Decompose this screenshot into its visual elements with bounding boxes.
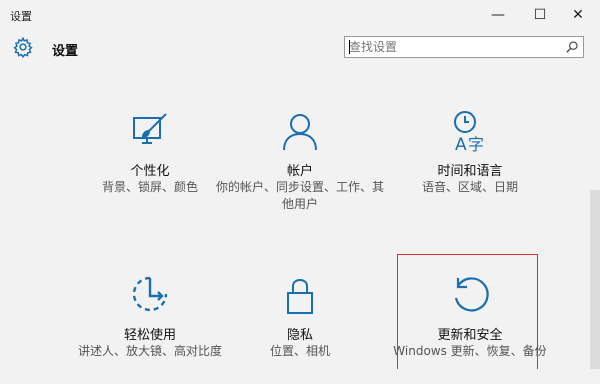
- text-caret: [349, 40, 350, 54]
- search-input[interactable]: [345, 37, 559, 57]
- tile-time-language[interactable]: A 字 时间和语言 语音、区域、日期: [375, 110, 565, 220]
- tile-title: 隐私: [286, 328, 313, 343]
- highlight-box: [397, 254, 538, 369]
- title-bar: 设置 — ☐ ✕: [0, 0, 600, 30]
- search-icon[interactable]: [565, 40, 579, 54]
- privacy-lock-icon: [287, 279, 313, 314]
- account-icon: [283, 114, 317, 151]
- gear-icon: [13, 36, 33, 58]
- svg-text:A: A: [455, 135, 467, 152]
- search-box[interactable]: [344, 36, 584, 58]
- tile-description: 你的帐户、同步设置、工作、其他用户: [215, 180, 384, 211]
- window-title: 设置: [10, 10, 32, 23]
- tile-title: 时间和语言: [437, 164, 503, 179]
- scrollbar[interactable]: [590, 190, 600, 369]
- maximize-icon: ☐: [533, 7, 547, 23]
- close-button[interactable]: ✕: [556, 0, 600, 30]
- tile-description: 位置、相机: [269, 344, 330, 358]
- tile-description: 语音、区域、日期: [421, 180, 518, 194]
- tile-title: 帐户: [286, 164, 313, 179]
- ease-of-access-icon: [132, 276, 168, 312]
- time-language-icon: A 字: [454, 111, 484, 152]
- minimize-button[interactable]: —: [476, 0, 520, 30]
- minimize-icon: —: [491, 7, 505, 23]
- close-icon: ✕: [572, 7, 584, 23]
- personalization-icon: [133, 113, 167, 144]
- tile-accounts[interactable]: 帐户 你的帐户、同步设置、工作、其他用户: [205, 110, 395, 220]
- tile-privacy[interactable]: 隐私 位置、相机: [205, 274, 395, 384]
- page-title: 设置: [52, 44, 79, 59]
- svg-text:字: 字: [468, 135, 484, 152]
